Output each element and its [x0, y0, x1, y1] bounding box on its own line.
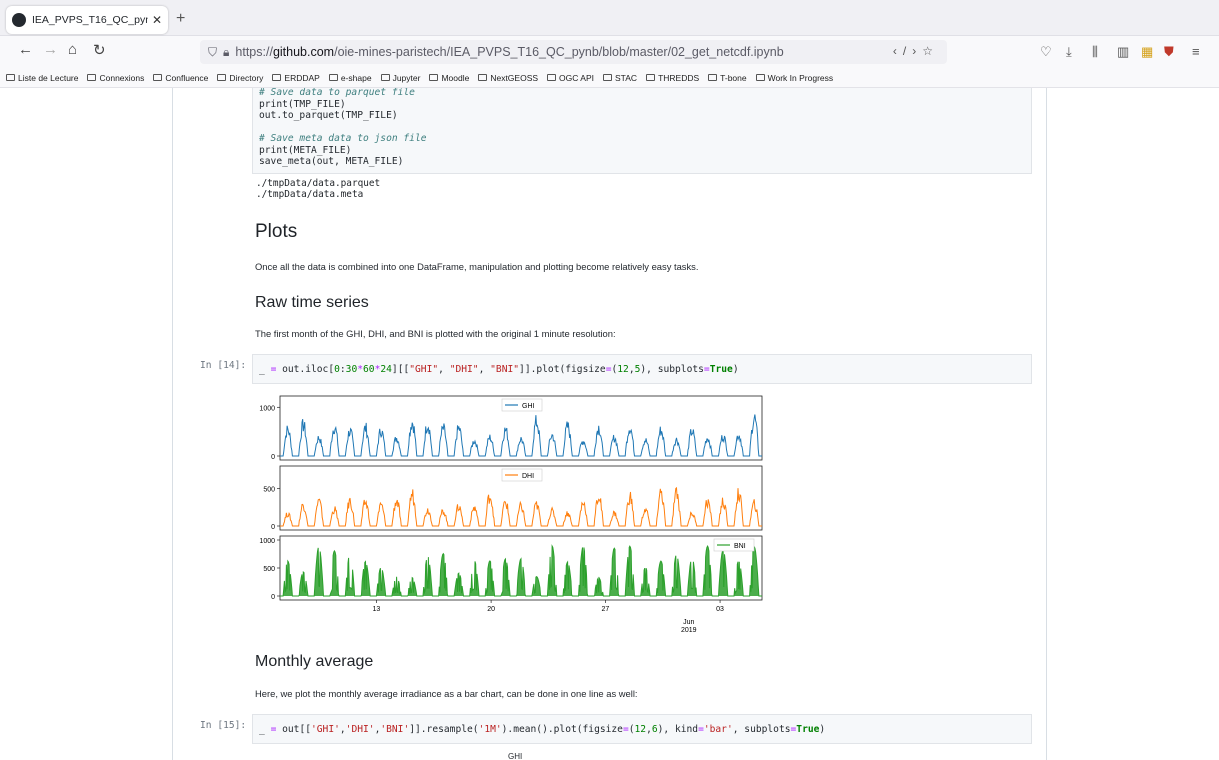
- folder-icon: [217, 74, 227, 81]
- bookmarks-bar: Liste de Lecture Connexions Confluence D…: [0, 68, 1219, 88]
- x-sub-label: 2019: [681, 627, 697, 632]
- bookmark-folder[interactable]: Jupyter: [380, 73, 420, 83]
- bookmark-folder[interactable]: T-bone: [708, 73, 747, 83]
- bookmark-star-icon[interactable]: ‹/›☆: [893, 44, 939, 58]
- paragraph-monthly: Here, we plot the monthly average irradi…: [255, 688, 638, 699]
- y-tick-label: 0: [271, 454, 275, 461]
- x-tick-label: 03: [716, 606, 724, 613]
- bookmark-folder[interactable]: THREDDS: [646, 73, 699, 83]
- sidebar-icon[interactable]: ▥: [1117, 44, 1129, 60]
- y-tick-label: 0: [271, 594, 275, 601]
- ublock-icon[interactable]: ⛊: [1164, 44, 1174, 60]
- menu-icon[interactable]: ≡: [1192, 44, 1200, 59]
- bookmark-folder[interactable]: Moodle: [429, 73, 469, 83]
- y-tick-label: 500: [263, 487, 275, 494]
- paragraph-plots: Once all the data is combined into one D…: [255, 261, 699, 272]
- library-icon[interactable]: ⫼: [1092, 44, 1098, 60]
- content-border-left: [172, 88, 173, 760]
- heading-plots: Plots: [255, 221, 298, 242]
- y-tick-label: 500: [263, 566, 275, 573]
- extension-icon[interactable]: ▦: [1141, 44, 1153, 60]
- folder-icon: [380, 74, 390, 81]
- code-cell-plot[interactable]: _ = out.iloc[0:30*60*24][["GHI", "DHI", …: [252, 354, 1032, 384]
- x-sub-label: Jun: [683, 619, 694, 626]
- series-line-bni: [280, 544, 762, 597]
- x-tick-label: 20: [487, 606, 495, 613]
- bookmark-folder[interactable]: Confluence: [153, 73, 208, 83]
- folder-icon: [429, 74, 439, 81]
- y-tick-label: 1000: [259, 405, 275, 412]
- heading-raw-time-series: Raw time series: [255, 294, 369, 311]
- folder-icon: [328, 74, 338, 81]
- y-tick-label: 0: [271, 524, 275, 531]
- url-bar[interactable]: ⛉ 🔒︎ https://github.com/oie-mines-parist…: [200, 40, 947, 64]
- folder-icon: [272, 74, 282, 81]
- code-cell-monthly[interactable]: _ = out[['GHI','DHI','BNI']].resample('1…: [252, 714, 1032, 744]
- series-line-ghi: [280, 414, 762, 457]
- series-line-dhi: [280, 486, 762, 527]
- cell-output: ./tmpData/data.parquet ./tmpData/data.me…: [256, 178, 381, 200]
- folder-icon: [603, 74, 613, 81]
- browser-tab[interactable]: IEA_PVPS_T16_QC_pynb/02_ge ✕: [6, 6, 168, 34]
- y-tick-label: 1000: [259, 538, 275, 545]
- bookmark-folder[interactable]: Work In Progress: [755, 73, 833, 83]
- folder-icon: [755, 74, 765, 81]
- lock-icon: 🔒︎: [223, 44, 230, 59]
- home-icon[interactable]: ⌂: [68, 41, 77, 58]
- folder-icon: [646, 74, 656, 81]
- raw-time-series-chart: 1000 0 GHI 500 0 DHI 1000 500 0 BNI 13 20 27 03 Jun 201…: [255, 392, 775, 634]
- time-series-svg: 1000 0 GHI 500 0 DHI 1000 500 0 BNI 13 20 27 03 Jun201…: [259, 395, 763, 634]
- folder-icon: [708, 74, 718, 81]
- legend-label: DHI: [522, 473, 534, 480]
- shield-icon: ⛉: [208, 44, 218, 59]
- back-icon[interactable]: ←: [18, 41, 33, 58]
- bookmark-folder[interactable]: Directory: [217, 73, 263, 83]
- monthly-chart-title: GHI: [508, 752, 523, 760]
- folder-icon: [478, 74, 488, 81]
- code-cell-save[interactable]: # Save data to parquet file print(TMP_FI…: [252, 88, 1032, 174]
- close-tab-icon[interactable]: ✕: [152, 13, 162, 27]
- url-prefix: https://: [235, 45, 273, 59]
- legend-label: GHI: [522, 403, 535, 410]
- x-tick-label: 27: [601, 606, 609, 613]
- github-icon: [12, 13, 26, 27]
- pocket-icon[interactable]: ♡: [1040, 44, 1052, 60]
- new-tab-icon[interactable]: +: [176, 10, 185, 28]
- notebook-page: # Save data to parquet file print(TMP_FI…: [0, 88, 1219, 760]
- paragraph-raw: The first month of the GHI, DHI, and BNI…: [255, 328, 616, 339]
- url-domain: github.com: [272, 45, 335, 59]
- forward-icon[interactable]: →: [43, 41, 58, 58]
- download-icon[interactable]: ⤓: [1066, 44, 1072, 60]
- navigation-bar: ← → ⌂ ↻ ⛉ 🔒︎ https://github.com/oie-mine…: [0, 36, 1219, 68]
- tab-title: IEA_PVPS_T16_QC_pynb/02_ge: [32, 14, 148, 26]
- folder-icon: [547, 74, 557, 81]
- reload-icon[interactable]: ↻: [93, 41, 106, 59]
- folder-icon: [87, 74, 97, 81]
- legend-label: BNI: [734, 543, 746, 550]
- cell-prompt: In [14]:: [200, 360, 247, 371]
- heading-monthly-average: Monthly average: [255, 653, 374, 670]
- folder-icon: [153, 74, 163, 81]
- bookmark-folder[interactable]: ERDDAP: [272, 73, 320, 83]
- browser-tab-bar: IEA_PVPS_T16_QC_pynb/02_ge ✕ +: [0, 0, 1219, 36]
- bookmark-folder[interactable]: e-shape: [328, 73, 372, 83]
- content-border-right: [1046, 88, 1047, 760]
- cell-prompt: In [15]:: [200, 720, 247, 731]
- bookmark-folder[interactable]: Liste de Lecture: [6, 73, 78, 83]
- folder-icon: [6, 74, 15, 81]
- bookmark-folder[interactable]: Connexions: [87, 73, 144, 83]
- x-tick-label: 13: [373, 606, 381, 613]
- bookmark-folder[interactable]: OGC API: [547, 73, 594, 83]
- url-path: /oie-mines-paristech/IEA_PVPS_T16_QC_pyn…: [334, 45, 784, 59]
- bookmark-folder[interactable]: NextGEOSS: [478, 73, 538, 83]
- bookmark-folder[interactable]: STAC: [603, 73, 637, 83]
